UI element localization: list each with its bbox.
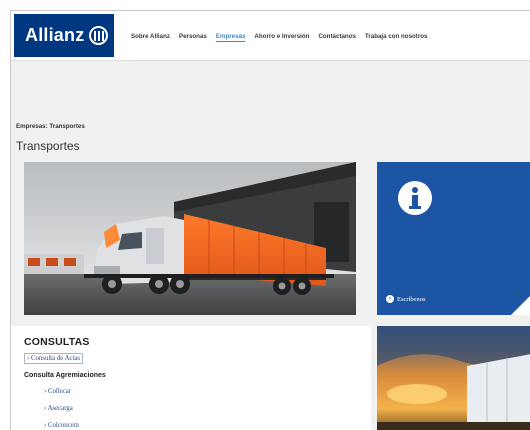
escribenos-label: Escríbenos: [397, 295, 426, 303]
agremiacion-link-colconcem[interactable]: › Colconcem: [44, 422, 79, 429]
consulta-agremiaciones-heading: Consulta Agremiaciones: [24, 372, 106, 379]
allianz-logo[interactable]: Allianz: [14, 14, 114, 57]
info-card[interactable]: › Escríbenos: [377, 162, 530, 315]
logo-text: Allianz: [25, 25, 85, 45]
browser-page: Allianz Sobre Allianz Personas Empresas …: [10, 10, 530, 430]
agremiacion-link-collecar[interactable]: › Collecar: [44, 388, 71, 395]
page-curl-decoration: [511, 295, 530, 315]
sunset-truck-image: [377, 326, 530, 430]
allianz-eagle-icon: [89, 26, 109, 45]
nav-item-empresas[interactable]: Empresas: [215, 33, 246, 42]
header-band: [11, 62, 530, 117]
nav-item-ahorro-inversion[interactable]: Ahorro e Inversión: [254, 33, 309, 42]
consulta-de-actas-link[interactable]: › Consulta de Actas: [24, 353, 84, 364]
nav-item-trabaja-con-nosotros[interactable]: Trabaja con nosotros: [365, 33, 428, 42]
nav-item-sobre-allianz[interactable]: Sobre Allianz: [131, 33, 170, 42]
hero-truck-image: [24, 162, 356, 315]
main-nav: Sobre Allianz Personas Empresas Ahorro e…: [131, 33, 428, 42]
consultas-title: CONSULTAS: [24, 336, 90, 348]
nav-item-contactanos[interactable]: Contáctanos: [318, 33, 355, 42]
nav-item-personas[interactable]: Personas: [179, 33, 207, 42]
top-navigation-bar: Allianz Sobre Allianz Personas Empresas …: [11, 11, 530, 61]
breadcrumb[interactable]: Empresas: Transportes: [16, 123, 85, 130]
escribenos-link[interactable]: › Escríbenos: [386, 295, 426, 303]
chevron-right-icon: ›: [386, 295, 394, 303]
agremiacion-link-asecarga[interactable]: › Asecarga: [44, 405, 73, 412]
consultas-panel: CONSULTAS › Consulta de Actas Consulta A…: [11, 326, 371, 430]
info-icon: [398, 181, 432, 215]
page-title: Transportes: [16, 139, 80, 153]
